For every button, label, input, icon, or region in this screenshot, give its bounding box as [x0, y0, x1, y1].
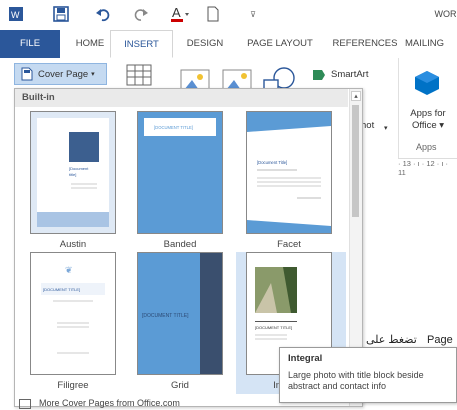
more-cover-pages-label: More Cover Pages from Office.com — [39, 398, 180, 408]
gallery-item-label: Banded — [163, 239, 197, 250]
tab-design[interactable]: DESIGN — [180, 30, 230, 58]
gallery-item-banded[interactable]: [DOCUMENT TITLE] Banded — [127, 111, 223, 253]
word-icon: W — [8, 5, 24, 23]
gallery-item-facet[interactable]: [Document Title] Facet — [236, 111, 332, 253]
facet-thumbnail: [Document Title] — [246, 111, 332, 234]
gallery-item-filigree[interactable]: ❦ [DOCUMENT TITLE] Filigree — [20, 252, 116, 394]
filigree-thumbnail: ❦ [DOCUMENT TITLE] — [30, 252, 116, 375]
apps-group-label: Apps — [416, 142, 437, 152]
tab-home[interactable]: HOME — [70, 30, 110, 58]
apps-for-office-button[interactable]: Apps for Office ▾ — [406, 108, 450, 132]
quick-access-toolbar: W A ⊽ WOR — [0, 0, 457, 30]
svg-text:[DOCUMENT TITLE]: [DOCUMENT TITLE] — [255, 325, 292, 330]
svg-text:[DOCUMENT TITLE]: [DOCUMENT TITLE] — [43, 287, 80, 292]
group-separator — [398, 58, 399, 158]
scroll-up-icon[interactable]: ▴ — [351, 91, 361, 101]
document-text-arabic: تضغط على — [366, 334, 417, 346]
gallery-item-label: Grid — [171, 380, 189, 391]
chevron-down-icon: ▾ — [91, 71, 95, 78]
apps-for-office-icon[interactable] — [414, 70, 440, 96]
svg-text:W: W — [11, 10, 20, 20]
banded-thumbnail: [DOCUMENT TITLE] — [137, 111, 223, 234]
ribbon-tabs: FILE HOME INSERT DESIGN PAGE LAYOUT REFE… — [0, 30, 457, 59]
tab-mailings[interactable]: MAILING — [405, 30, 457, 58]
gallery-item-austin[interactable]: [Document title] Austin — [20, 111, 116, 253]
tab-insert[interactable]: INSERT — [110, 30, 173, 58]
ruler: · 13 · ı · 12 · ı · 11 — [398, 158, 457, 177]
save-icon[interactable] — [52, 5, 70, 23]
scrollbar-thumb[interactable] — [352, 105, 359, 217]
redo-icon[interactable] — [132, 5, 150, 23]
apps-for-office-label-1: Apps for — [410, 108, 446, 119]
gallery-item-grid[interactable]: [DOCUMENT TITLE] Grid — [127, 252, 223, 394]
integral-tooltip: Integral Large photo with title block be… — [279, 347, 457, 403]
svg-text:[DOCUMENT TITLE]: [DOCUMENT TITLE] — [154, 125, 193, 130]
chevron-down-icon[interactable]: ▾ — [384, 124, 388, 132]
svg-text:[Document Title]: [Document Title] — [257, 160, 287, 165]
svg-text:❦: ❦ — [65, 265, 73, 275]
tooltip-description: Large photo with title block beside abst… — [288, 370, 424, 391]
svg-text:A: A — [172, 5, 181, 20]
font-color-icon[interactable]: A — [170, 5, 190, 23]
tab-page-layout[interactable]: PAGE LAYOUT — [240, 30, 320, 58]
gallery-item-label: Austin — [59, 239, 87, 250]
tooltip-title: Integral — [288, 353, 323, 364]
customize-qat-icon[interactable]: ⊽ — [248, 5, 258, 23]
svg-text:title]: title] — [69, 172, 76, 177]
window-title: WOR — [434, 9, 457, 19]
smartart-icon[interactable] — [312, 68, 328, 82]
apps-for-office-label-2: Office — [411, 120, 437, 131]
svg-text:[DOCUMENT TITLE]: [DOCUMENT TITLE] — [142, 313, 189, 319]
document-text-page: Page — [427, 334, 453, 346]
cover-page-label: Cover Page — [38, 68, 89, 80]
gallery-item-label: Facet — [277, 239, 301, 250]
svg-text:[Document: [Document — [69, 166, 89, 171]
grid-thumbnail: [DOCUMENT TITLE] — [137, 252, 223, 375]
tab-file[interactable]: FILE — [0, 30, 60, 58]
smartart-label[interactable]: SmartArt — [331, 69, 368, 80]
cover-page-icon — [21, 67, 33, 81]
tab-references[interactable]: REFERENCES — [330, 30, 400, 58]
gallery-item-label: Filigree — [57, 380, 89, 391]
undo-icon[interactable] — [94, 5, 112, 23]
new-document-icon[interactable] — [206, 5, 220, 23]
table-icon[interactable] — [126, 64, 152, 86]
gallery-header: Built-in — [15, 89, 348, 107]
cover-page-button[interactable]: Cover Page ▾ — [14, 63, 107, 85]
austin-thumbnail: [Document title] — [30, 111, 116, 234]
more-cover-pages-icon — [19, 398, 31, 409]
